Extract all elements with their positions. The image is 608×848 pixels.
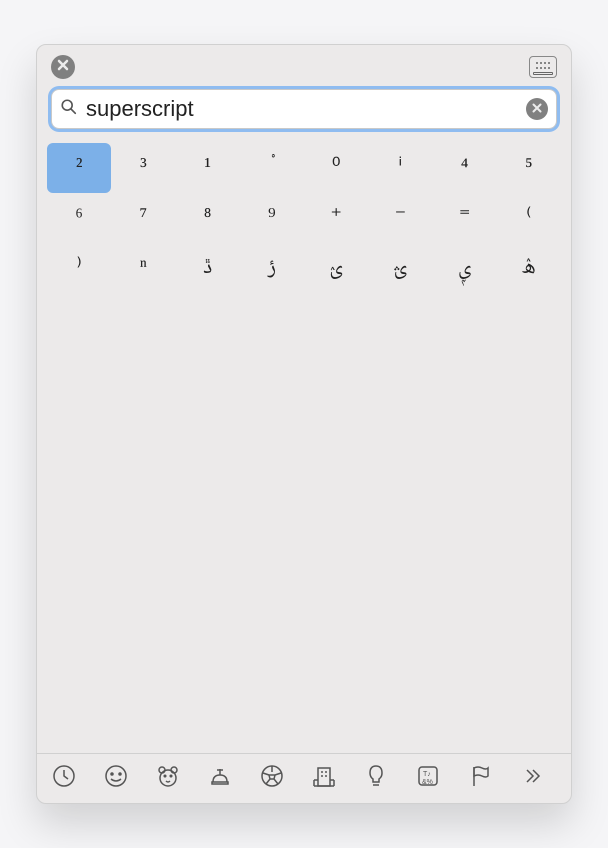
chevrons-icon <box>518 762 546 795</box>
category-more[interactable] <box>515 762 549 796</box>
char-arabic-yeh-superscript-1[interactable]: ؽ <box>304 243 368 293</box>
char-superscript-two[interactable]: ² <box>47 143 111 193</box>
character-viewer-toggle[interactable] <box>529 56 557 78</box>
char-superscript-six[interactable]: ⁶ <box>47 193 111 243</box>
category-symbols[interactable]: T♪&% <box>411 762 445 796</box>
char-superscript-eight[interactable]: ⁸ <box>176 193 240 243</box>
category-frequently-used[interactable] <box>47 762 81 796</box>
results-area: ²³¹ْ⁰ⁱ⁴⁵ ⁶⁷⁸⁹⁺⁻⁼⁽ ⁾ⁿڐݬؽؿݷۿ <box>37 139 571 753</box>
category-flags[interactable] <box>463 762 497 796</box>
building-icon <box>310 762 338 795</box>
char-superscript-right-paren[interactable]: ⁾ <box>47 243 111 293</box>
search-box <box>51 89 557 129</box>
clock-icon <box>50 762 78 795</box>
soccer-icon <box>258 762 286 795</box>
char-arabic-yeh-superscript-2[interactable]: ؿ <box>368 243 432 293</box>
clear-icon <box>532 100 542 118</box>
category-activity[interactable] <box>255 762 289 796</box>
smiley-icon <box>102 762 130 795</box>
category-smileys-people[interactable] <box>99 762 133 796</box>
char-superscript-minus[interactable]: ⁻ <box>368 193 432 243</box>
close-icon <box>57 58 69 76</box>
close-button[interactable] <box>51 55 75 79</box>
category-objects[interactable] <box>359 762 393 796</box>
char-superscript-five[interactable]: ⁵ <box>497 143 561 193</box>
char-superscript-equals[interactable]: ⁼ <box>433 193 497 243</box>
char-arabic-heh-superscript[interactable]: ۿ <box>497 243 561 293</box>
category-travel-places[interactable] <box>307 762 341 796</box>
svg-text:&%: &% <box>422 779 433 786</box>
char-superscript-four[interactable]: ⁴ <box>433 143 497 193</box>
char-superscript-n[interactable]: ⁿ <box>111 243 175 293</box>
keyboard-icon <box>533 62 553 75</box>
char-superscript-seven[interactable]: ⁷ <box>111 193 175 243</box>
bear-icon <box>154 762 182 795</box>
svg-text:T♪: T♪ <box>423 771 431 778</box>
category-footer: T♪&% <box>37 753 571 803</box>
search-container <box>37 89 571 139</box>
char-arabic-yeh-superscript-3[interactable]: ݷ <box>433 243 497 293</box>
symbols-icon: T♪&% <box>414 762 442 795</box>
char-superscript-one[interactable]: ¹ <box>176 143 240 193</box>
char-superscript-plus[interactable]: ⁺ <box>304 193 368 243</box>
header <box>37 45 571 89</box>
flag-icon <box>466 762 494 795</box>
char-superscript-i[interactable]: ⁱ <box>368 143 432 193</box>
char-arabic-dal-superscript[interactable]: ڐ <box>176 243 240 293</box>
bulb-icon <box>362 762 390 795</box>
char-superscript-three[interactable]: ³ <box>111 143 175 193</box>
char-arabic-sukun[interactable]: ْ <box>240 143 304 193</box>
search-icon <box>60 98 78 121</box>
clear-search-button[interactable] <box>526 98 548 120</box>
results-grid: ²³¹ْ⁰ⁱ⁴⁵ ⁶⁷⁸⁹⁺⁻⁼⁽ ⁾ⁿڐݬؽؿݷۿ <box>47 143 561 293</box>
food-icon <box>206 762 234 795</box>
category-animals-nature[interactable] <box>151 762 185 796</box>
char-superscript-left-paren[interactable]: ⁽ <box>497 193 561 243</box>
search-input[interactable] <box>78 96 526 122</box>
char-arabic-reh-superscript[interactable]: ݬ <box>240 243 304 293</box>
category-food-drink[interactable] <box>203 762 237 796</box>
character-viewer-panel: ²³¹ْ⁰ⁱ⁴⁵ ⁶⁷⁸⁹⁺⁻⁼⁽ ⁾ⁿڐݬؽؿݷۿ T♪&% <box>36 44 572 804</box>
char-superscript-zero[interactable]: ⁰ <box>304 143 368 193</box>
char-superscript-nine[interactable]: ⁹ <box>240 193 304 243</box>
